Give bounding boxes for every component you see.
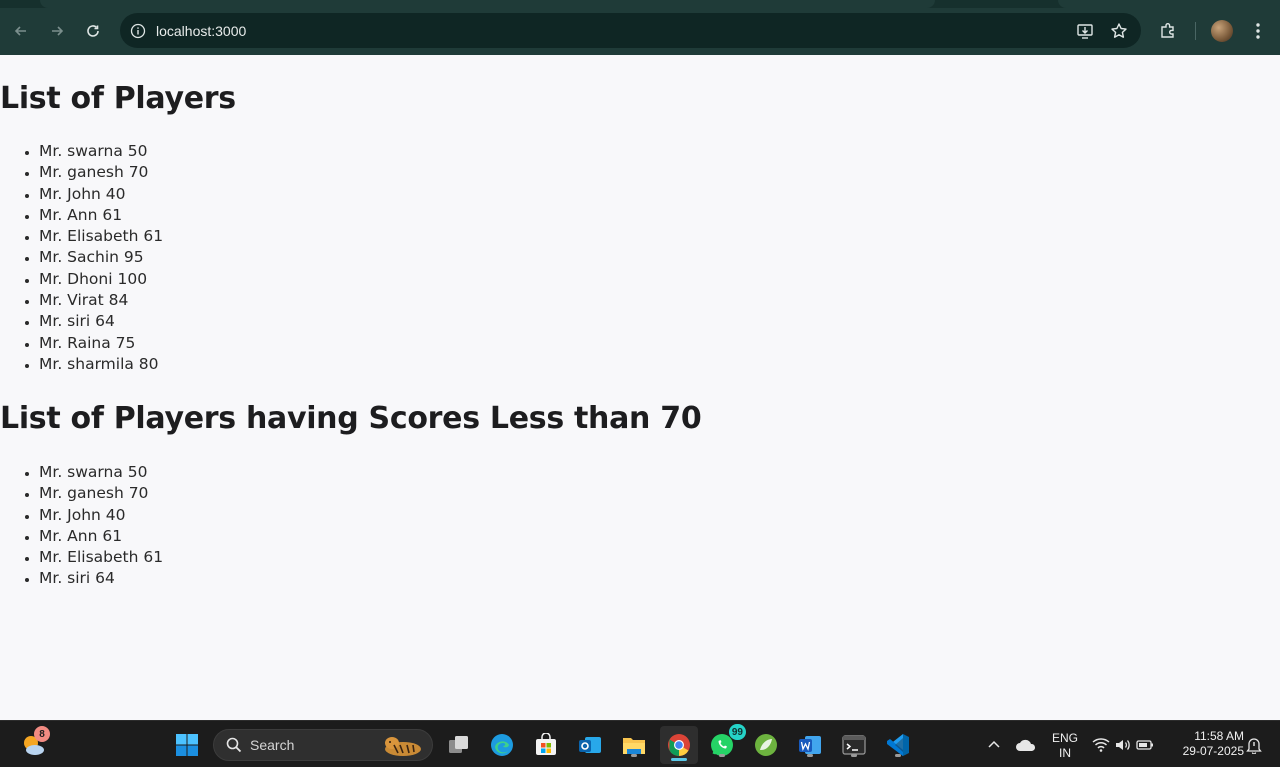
weather-widget[interactable]: 8	[18, 726, 50, 760]
spring-tool-taskbar-button[interactable]	[751, 730, 781, 760]
whatsapp-taskbar-button[interactable]: 99	[707, 724, 746, 760]
list-item: Mr. Ann 61	[39, 526, 163, 547]
onedrive-button[interactable]	[1012, 730, 1040, 760]
list-item: Mr. sharmila 80	[39, 354, 163, 375]
running-indicator	[807, 754, 813, 757]
tab-strip	[0, 0, 1280, 8]
language-code: ENG	[1051, 731, 1078, 745]
url-text[interactable]: localhost:3000	[156, 23, 246, 39]
install-app-icon[interactable]	[1075, 21, 1095, 41]
browser-toolbar: localhost:3000	[0, 0, 1280, 55]
taskbar-search[interactable]: Search	[213, 729, 433, 761]
list-item: Mr. siri 64	[39, 311, 163, 332]
players-list: Mr. swarna 50 Mr. ganesh 70 Mr. John 40 …	[39, 141, 163, 375]
clock[interactable]: 11:58 AM 29-07-2025	[1168, 729, 1244, 759]
list-item: Mr. Ann 61	[39, 205, 163, 226]
tab-strip-right	[1058, 0, 1280, 8]
profile-button[interactable]	[1211, 18, 1233, 44]
chrome-taskbar-button[interactable]	[660, 726, 698, 764]
word-taskbar-button[interactable]	[795, 730, 825, 760]
start-button[interactable]	[172, 730, 202, 760]
running-indicator	[851, 754, 857, 757]
file-explorer-taskbar-button[interactable]	[619, 730, 649, 760]
clock-date: 29-07-2025	[1182, 744, 1244, 758]
list-item: Mr. Sachin 95	[39, 247, 163, 268]
windows-start-icon	[176, 734, 198, 756]
list-item: Mr. ganesh 70	[39, 483, 163, 504]
more-menu-button[interactable]	[1250, 18, 1266, 44]
site-info-icon[interactable]	[128, 21, 148, 41]
extensions-button[interactable]	[1158, 18, 1178, 44]
clock-time: 11:58 AM	[1194, 729, 1244, 743]
list-item: Mr. Dhoni 100	[39, 269, 163, 290]
weather-badge: 8	[34, 726, 50, 742]
reload-button[interactable]	[80, 18, 106, 44]
quick-settings-button[interactable]	[1092, 730, 1154, 760]
taskbar: 8 Search 99 ENG IN 11:58 AM 29-07-2025	[0, 720, 1280, 767]
running-indicator	[895, 754, 901, 757]
notifications-button[interactable]	[1244, 730, 1264, 760]
edge-taskbar-button[interactable]	[487, 730, 517, 760]
terminal-taskbar-button[interactable]	[839, 730, 869, 760]
list-item: Mr. ganesh 70	[39, 162, 163, 183]
active-indicator	[671, 758, 687, 761]
task-view-button[interactable]	[444, 730, 474, 760]
extensions-icon	[1161, 23, 1174, 38]
search-label: Search	[250, 737, 295, 753]
battery-icon	[1136, 740, 1153, 750]
list-item: Mr. swarna 50	[39, 462, 163, 483]
wifi-icon	[1092, 738, 1110, 752]
cloud-icon	[1016, 739, 1036, 751]
profile-avatar	[1211, 20, 1233, 42]
address-bar[interactable]: localhost:3000	[120, 13, 1141, 48]
list-item: Mr. Virat 84	[39, 290, 163, 311]
forward-button[interactable]	[44, 18, 70, 44]
show-hidden-icons-button[interactable]	[981, 730, 1007, 760]
list-item: Mr. John 40	[39, 184, 163, 205]
microsoft-store-icon	[536, 733, 556, 755]
more-menu-icon	[1256, 23, 1260, 39]
language-indicator[interactable]: ENG IN	[1047, 731, 1083, 761]
reload-icon	[87, 25, 99, 37]
bookmark-star-icon[interactable]	[1109, 21, 1129, 41]
notification-bell-icon	[1246, 738, 1262, 754]
forward-icon	[52, 26, 64, 36]
search-icon	[226, 737, 242, 753]
chrome-icon	[668, 734, 690, 756]
region-code: IN	[1059, 746, 1071, 760]
back-icon	[14, 26, 26, 36]
edge-icon	[491, 734, 513, 756]
list-item: Mr. siri 64	[39, 568, 163, 589]
list-item: Mr. Elisabeth 61	[39, 226, 163, 247]
list-item: Mr. Elisabeth 61	[39, 547, 163, 568]
list-item: Mr. Raina 75	[39, 333, 163, 354]
outlook-taskbar-button[interactable]	[575, 730, 605, 760]
spring-leaf-icon	[755, 734, 777, 756]
task-view-icon	[449, 736, 468, 753]
store-taskbar-button[interactable]	[531, 730, 561, 760]
low-score-players-list: Mr. swarna 50 Mr. ganesh 70 Mr. John 40 …	[39, 462, 163, 590]
page-content: List of Players Mr. swarna 50 Mr. ganesh…	[0, 55, 1280, 720]
vscode-taskbar-button[interactable]	[883, 730, 913, 760]
chevron-up-icon	[988, 740, 1000, 748]
volume-icon	[1116, 740, 1130, 750]
running-indicator	[719, 754, 725, 757]
outlook-icon	[579, 737, 601, 753]
list-item: Mr. John 40	[39, 505, 163, 526]
whatsapp-badge: 99	[728, 724, 746, 740]
list-item: Mr. swarna 50	[39, 141, 163, 162]
toolbar-separator	[1195, 18, 1196, 44]
back-button[interactable]	[8, 18, 34, 44]
search-highlight-icon	[385, 737, 421, 756]
heading-low-score-players: List of Players having Scores Less than …	[0, 401, 702, 436]
running-indicator	[631, 754, 637, 757]
heading-all-players: List of Players	[0, 81, 236, 116]
active-tab[interactable]	[40, 0, 935, 8]
